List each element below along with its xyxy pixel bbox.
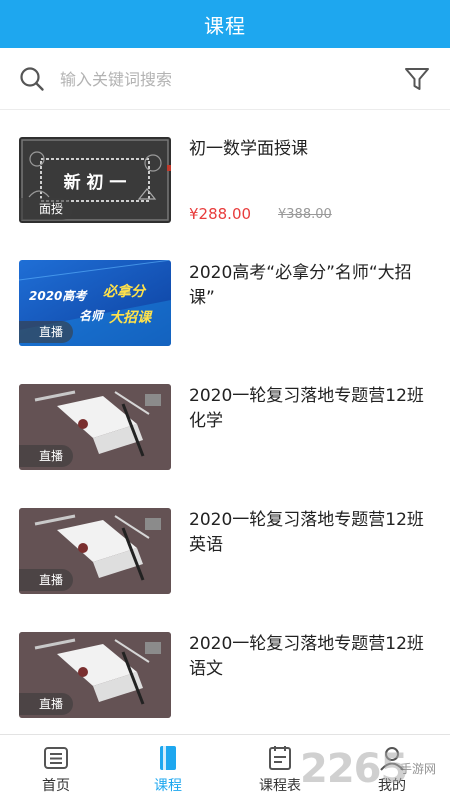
- course-type-badge: 面授: [19, 198, 74, 220]
- course-thumbnail: 直播: [19, 632, 171, 718]
- course-item[interactable]: 2020高考 必拿分 名师 大招课 直播 2020高考“必拿分”名师“大招课”: [0, 235, 450, 355]
- course-item[interactable]: 直播 2020一轮复习落地专题营12班语文: [0, 607, 450, 727]
- course-thumbnail: 新 初 一 面授: [19, 137, 171, 223]
- course-item[interactable]: 直播 2020一轮复习落地专题营12班英语: [0, 483, 450, 603]
- filter-icon[interactable]: [402, 64, 432, 94]
- tab-label: 课程表: [259, 778, 301, 794]
- course-title: 2020高考“必拿分”名师“大招课”: [189, 263, 412, 308]
- course-item[interactable]: 新 初 一 面授 初一数学面授课 ¥288.00 ¥388.00: [0, 111, 450, 231]
- course-item[interactable]: 直播 2020一轮复习落地专题营12班化学: [0, 359, 450, 479]
- course-type-badge: 直播: [19, 321, 74, 343]
- course-type-badge: 直播: [19, 693, 74, 715]
- list-icon: [44, 747, 68, 769]
- course-type-badge: 直播: [19, 569, 74, 591]
- app-header: 课程: [0, 0, 450, 48]
- watermark-number: 2265: [300, 746, 408, 792]
- course-type-badge: 直播: [19, 445, 74, 467]
- site-watermark: 2265 手游网: [300, 742, 450, 800]
- thumbnail-text: 名师: [79, 309, 106, 323]
- page-title: 课程: [204, 13, 246, 38]
- tab-label: 首页: [42, 778, 70, 794]
- tab-label: 课程: [154, 778, 182, 794]
- tab-home[interactable]: 首页: [0, 735, 112, 800]
- course-title: 初一数学面授课: [189, 139, 308, 159]
- thumbnail-text: 新 初 一: [64, 172, 127, 193]
- search-input[interactable]: [60, 64, 360, 94]
- watermark-text: 手游网: [400, 762, 437, 776]
- course-price: ¥288.00: [189, 205, 252, 223]
- book-icon: [160, 746, 176, 770]
- search-icon[interactable]: [19, 66, 45, 92]
- course-title: 2020一轮复习落地专题营12班语文: [189, 634, 424, 679]
- course-thumbnail: 直播: [19, 384, 171, 470]
- course-thumbnail: 直播: [19, 508, 171, 594]
- course-original-price: ¥388.00: [278, 207, 332, 222]
- tab-courses[interactable]: 课程: [112, 735, 224, 800]
- course-title: 2020一轮复习落地专题营12班化学: [189, 386, 424, 431]
- course-title: 2020一轮复习落地专题营12班英语: [189, 510, 424, 555]
- thumbnail-text: 大招课: [109, 309, 153, 326]
- thumbnail-text: 2020高考: [29, 289, 88, 303]
- search-bar: [0, 48, 450, 110]
- thumbnail-text: 必拿分: [103, 283, 147, 300]
- course-thumbnail: 2020高考 必拿分 名师 大招课 直播: [19, 260, 171, 346]
- schedule-icon: [269, 746, 291, 770]
